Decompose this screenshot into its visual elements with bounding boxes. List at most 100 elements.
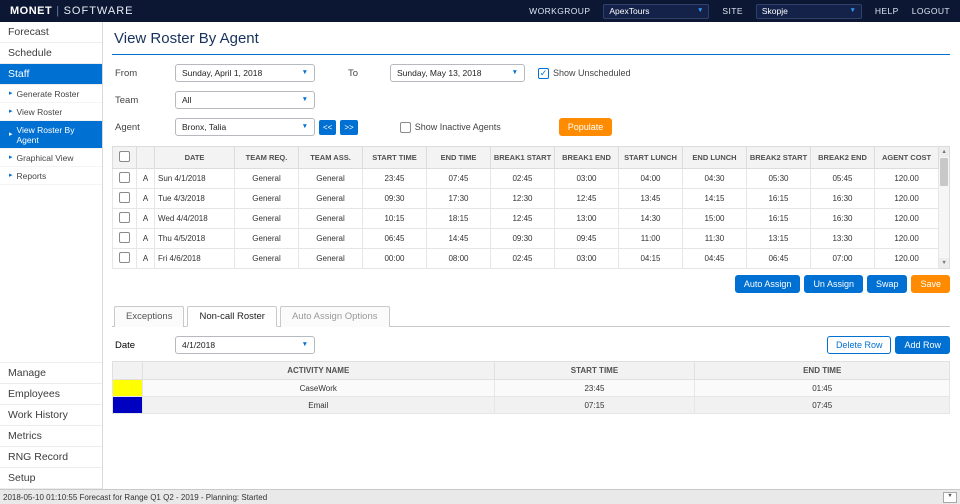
logout-link[interactable]: LOGOUT [912,6,950,16]
scroll-up-icon[interactable]: ▲ [939,147,949,157]
table-row[interactable]: CaseWork 23:45 01:45 [112,379,950,397]
show-unscheduled-checkbox[interactable]: ✓ [538,67,549,79]
sidebar-subitem-reports[interactable]: ▸ Reports [0,167,102,185]
date-label: Date [115,339,136,351]
tab-exceptions[interactable]: Exceptions [114,306,185,327]
roster-cell: General [234,228,299,249]
show-unscheduled-group: ✓ Show Unscheduled [538,67,631,79]
un-assign-button[interactable]: Un Assign [804,275,863,293]
roster-cell-select [112,188,137,209]
roster-cell: 09:45 [554,228,619,249]
table-row[interactable]: A Tue 4/3/2018 General General 09:30 17:30 12:… [112,188,940,209]
sidebar-item-setup[interactable]: Setup [0,468,102,489]
scrollbar-track[interactable] [939,187,949,258]
dropdown-caret-icon: ▼ [696,6,704,14]
noncall-date-select[interactable]: 4/1/2018 ▼ [175,336,315,354]
row-select-checkbox[interactable] [119,192,130,203]
sidebar-bottom-group: Manage Employees Work History Metrics RNG Re… [0,362,102,489]
add-row-button[interactable]: Add Row [895,336,950,354]
row-select-checkbox[interactable] [119,212,130,223]
filter-row-agent: Agent Bronx, Talia ▼ << >> Show Inactive… [112,118,950,136]
tab-non-call-roster[interactable]: Non-call Roster [187,306,277,327]
team-selected-value: All [182,95,192,105]
workgroup-select[interactable]: ApexTours ▼ [603,3,710,19]
sidebar-item-forecast[interactable]: Forecast [0,22,102,43]
delete-row-button[interactable]: Delete Row [826,336,892,354]
table-row[interactable]: A Sun 4/1/2018 General General 23:45 07:45 02:… [112,168,940,189]
roster-cell-date: Sun 4/1/2018 [154,168,235,189]
sidebar-subitem-label: View Roster [16,106,63,117]
roster-cell: 16:30 [810,208,875,229]
tab-auto-assign-options[interactable]: Auto Assign Options [279,306,390,327]
next-agent-button[interactable]: >> [340,119,358,135]
sidebar-staff-submenu: ▸ Generate Roster ▸ View Roster ▸ View Roster… [0,85,102,185]
show-inactive-agents-checkbox[interactable] [399,121,411,133]
sidebar-item-staff[interactable]: Staff [0,64,102,85]
dropdown-caret-icon: ▼ [511,68,518,76]
main-content: View Roster By Agent From Sunday, April … [103,22,960,489]
agent-select[interactable]: Bronx, Talia ▼ [175,118,315,136]
roster-cell: 120.00 [873,248,940,269]
roster-cell: 120.00 [873,228,940,249]
roster-cell: General [234,188,299,209]
roster-cell: 14:15 [682,188,747,209]
submenu-arrow-icon: ▸ [9,131,13,138]
row-select-checkbox[interactable] [119,252,130,263]
dropdown-caret-icon: ▼ [947,493,953,500]
roster-cell: 13:00 [554,208,619,229]
from-date-select[interactable]: Sunday, April 1, 2018 ▼ [175,64,315,82]
roster-action-buttons: Auto Assign Un Assign Swap Save [112,275,950,293]
auto-assign-button[interactable]: Auto Assign [734,275,801,293]
from-date-value: Sunday, April 1, 2018 [182,68,263,78]
vertical-scrollbar[interactable]: ▲ ▼ [939,146,950,269]
submenu-arrow-icon: ▸ [9,154,13,161]
noncall-header-end-time: END TIME [694,361,950,380]
team-select[interactable]: All ▼ [175,91,315,109]
roster-cell: 16:30 [810,188,875,209]
roster-header-team-ass: TEAM ASS. [298,146,363,169]
roster-cell: 18:15 [426,208,491,229]
site-label: SITE [722,6,743,16]
swap-button[interactable]: Swap [866,275,908,293]
noncall-cell-end-time: 07:45 [694,396,950,414]
sidebar-subitem-graphical-view[interactable]: ▸ Graphical View [0,149,102,167]
roster-cell: 02:45 [490,248,555,269]
select-all-checkbox[interactable] [119,151,130,162]
roster-header-date: DATE [154,146,235,169]
brand-secondary: SOFTWARE [63,5,134,17]
roster-cell: 06:45 [362,228,427,249]
site-select[interactable]: Skopje ▼ [755,3,862,19]
from-label: From [115,67,138,79]
save-button[interactable]: Save [911,275,950,293]
sidebar-item-work-history[interactable]: Work History [0,405,102,426]
sidebar-subitem-view-roster-by-agent[interactable]: ▸ View Roster By Agent [0,121,102,149]
row-select-checkbox[interactable] [119,232,130,243]
roster-header-break1-end: BREAK1 END [554,146,619,169]
sidebar-subitem-view-roster[interactable]: ▸ View Roster [0,103,102,121]
table-row[interactable]: A Fri 4/6/2018 General General 00:00 08:00 02:… [112,248,940,269]
row-select-checkbox[interactable] [119,172,130,183]
roster-header-flag [136,146,155,169]
sidebar-item-metrics[interactable]: Metrics [0,426,102,447]
roster-cell: 02:45 [490,168,555,189]
table-row[interactable]: A Wed 4/4/2018 General General 10:15 18:15 12:… [112,208,940,229]
previous-agent-button[interactable]: << [319,119,337,135]
sidebar-item-employees[interactable]: Employees [0,384,102,405]
to-date-select[interactable]: Sunday, May 13, 2018 ▼ [390,64,525,82]
table-row[interactable]: Email 07:15 07:45 [112,396,950,414]
help-link[interactable]: HELP [875,6,899,16]
sidebar-item-rng-record[interactable]: RNG Record [0,447,102,468]
sidebar-item-schedule[interactable]: Schedule [0,43,102,64]
noncall-cell-end-time: 01:45 [694,379,950,397]
activity-color-swatch [112,379,143,397]
sidebar-item-manage[interactable]: Manage [0,362,102,384]
scrollbar-thumb[interactable] [940,158,948,186]
sidebar-subitem-label: Generate Roster [16,88,80,99]
populate-button[interactable]: Populate [558,118,613,136]
status-history-select[interactable]: ▼ [943,491,957,503]
roster-cell: General [298,188,363,209]
scroll-down-icon[interactable]: ▼ [939,258,949,268]
sidebar-subitem-generate-roster[interactable]: ▸ Generate Roster [0,85,102,103]
filter-row-team: Team All ▼ [112,91,950,109]
table-row[interactable]: A Thu 4/5/2018 General General 06:45 14:45 09:… [112,228,940,249]
